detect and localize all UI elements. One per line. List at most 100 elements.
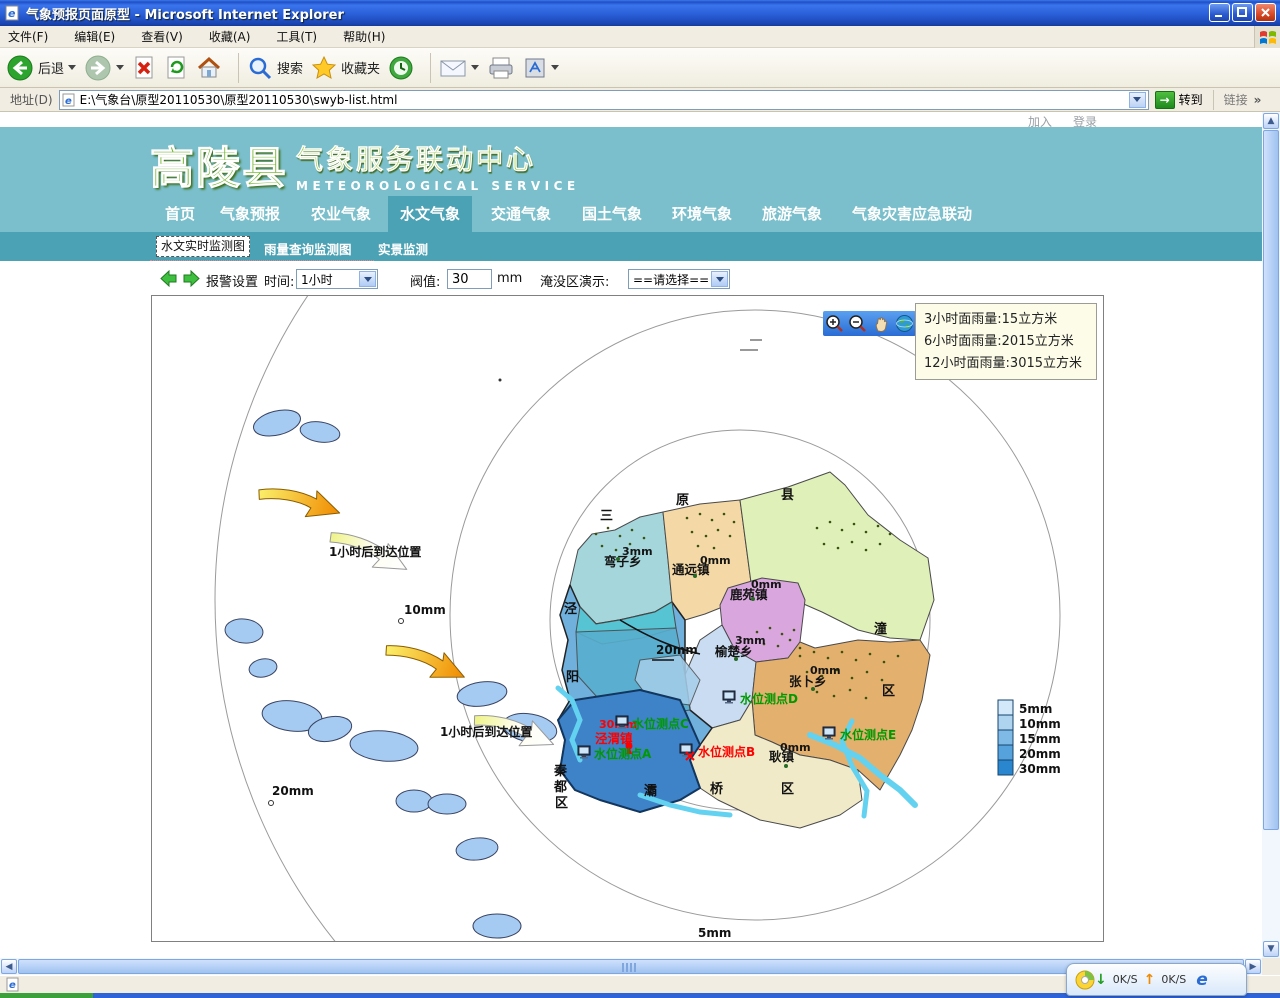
alarm-controls: 报警设置 时间: 1小时 阀值: mm 淹没区演示: ==请选择== xyxy=(0,261,1262,295)
forward-button[interactable] xyxy=(84,54,124,82)
edit-icon xyxy=(523,56,547,80)
time-select-value: 1小时 xyxy=(297,271,359,288)
svg-text:潼: 潼 xyxy=(874,621,887,637)
scroll-up-icon[interactable]: ▲ xyxy=(1263,113,1279,129)
svg-text:县: 县 xyxy=(781,488,794,503)
edit-dropdown-icon[interactable] xyxy=(551,65,559,70)
svg-text:泾: 泾 xyxy=(564,602,577,617)
network-speed-widget[interactable]: ↓ 0K/S ↑ 0K/S e xyxy=(1066,963,1247,996)
menu-favorites[interactable]: 收藏(A) xyxy=(209,28,251,45)
ring-marker xyxy=(269,801,274,806)
map-toolbar xyxy=(823,311,916,336)
ie-tray-icon: e xyxy=(1196,970,1208,990)
back-button[interactable]: 后退 xyxy=(6,54,76,82)
title-bar: e 气象预报页面原型 - Microsoft Internet Explorer xyxy=(0,0,1280,26)
ring-marker xyxy=(399,619,404,624)
svg-text:阳: 阳 xyxy=(566,670,579,685)
svg-text:0mm: 0mm xyxy=(751,578,782,591)
print-button[interactable] xyxy=(487,56,515,80)
scroll-right-icon[interactable]: ▶ xyxy=(1245,959,1261,974)
back-dropdown-icon[interactable] xyxy=(68,65,76,70)
station-B[interactable]: 水位测点B xyxy=(680,744,755,760)
edit-button[interactable] xyxy=(523,56,559,80)
flood-demo-select[interactable]: ==请选择== xyxy=(628,269,730,289)
subtab-rain-query[interactable]: 雨量查询监测图 xyxy=(264,239,352,258)
address-input[interactable]: e E:\气象台\原型20110530\原型20110530\swyb-list… xyxy=(59,90,1149,110)
menu-tools[interactable]: 工具(T) xyxy=(276,28,317,45)
window-title: 气象预报页面原型 - Microsoft Internet Explorer xyxy=(26,4,344,23)
mail-button[interactable] xyxy=(439,57,479,79)
prev-arrow-icon[interactable] xyxy=(160,270,200,287)
svg-text:水位测点C: 水位测点C xyxy=(632,716,689,731)
menu-file[interactable]: 文件(F) xyxy=(8,28,48,45)
search-button[interactable]: 搜索 xyxy=(247,55,303,81)
globe-icon[interactable] xyxy=(895,314,914,333)
tab-weather-forecast[interactable]: 气象预报 xyxy=(213,196,287,232)
favorites-star-icon xyxy=(311,55,337,81)
tab-land[interactable]: 国土气象 xyxy=(575,196,649,232)
links-chevron-icon: » xyxy=(1254,93,1262,107)
minimize-button[interactable] xyxy=(1209,3,1230,22)
menu-edit[interactable]: 编辑(E) xyxy=(74,28,115,45)
tab-environment[interactable]: 环境气象 xyxy=(665,196,739,232)
svg-text:5mm: 5mm xyxy=(1019,702,1052,716)
history-icon xyxy=(388,55,414,81)
search-icon xyxy=(247,55,273,81)
tab-tourism[interactable]: 旅游气象 xyxy=(755,196,829,232)
go-button[interactable]: → 转到 xyxy=(1155,91,1203,109)
close-button[interactable] xyxy=(1255,3,1276,22)
tab-hydrology[interactable]: 水文气象 xyxy=(388,196,472,232)
back-label: 后退 xyxy=(38,58,64,77)
windows-logo-icon xyxy=(1254,26,1280,48)
cloud-shapes xyxy=(224,406,559,938)
pan-hand-icon[interactable] xyxy=(872,314,891,333)
menu-view[interactable]: 查看(V) xyxy=(141,28,183,45)
favorites-button[interactable]: 收藏夹 xyxy=(311,55,380,81)
zoom-out-icon[interactable] xyxy=(848,314,867,333)
mail-dropdown-icon[interactable] xyxy=(471,65,479,70)
map-dot xyxy=(499,379,502,382)
time-select-arrow-icon[interactable] xyxy=(359,271,376,287)
rain-12h: 12小时面雨量:3015立方米 xyxy=(924,353,1088,375)
refresh-button[interactable] xyxy=(164,55,188,81)
svg-text:三: 三 xyxy=(600,509,613,524)
sub-navigation: 水文实时监测图 雨量查询监测图 实景监测 xyxy=(0,232,1262,261)
ring-20mm-label: 20mm xyxy=(272,784,314,798)
scroll-left-icon[interactable]: ◀ xyxy=(1,959,17,974)
subtab-realtime-monitor[interactable]: 水文实时监测图 xyxy=(156,236,250,257)
home-button[interactable] xyxy=(196,55,222,81)
menu-help[interactable]: 帮助(H) xyxy=(343,28,385,45)
tab-agriculture[interactable]: 农业气象 xyxy=(304,196,378,232)
svg-text:10mm: 10mm xyxy=(1019,717,1061,731)
forward-dropdown-icon[interactable] xyxy=(116,65,124,70)
home-icon xyxy=(196,55,222,81)
svg-text:3mm: 3mm xyxy=(735,634,766,647)
address-value: E:\气象台\原型20110530\原型20110530\swyb-list.h… xyxy=(80,91,398,108)
svg-text:原: 原 xyxy=(676,493,689,508)
download-speed: 0K/S xyxy=(1113,973,1138,986)
address-dropdown-icon[interactable] xyxy=(1129,92,1146,108)
horizontal-scroll-thumb[interactable] xyxy=(18,959,1244,974)
vertical-scroll-thumb[interactable] xyxy=(1263,130,1279,830)
arrival-label-2: 1小时后到达位置 xyxy=(440,724,532,739)
maximize-button[interactable] xyxy=(1232,3,1253,22)
subtab-live-view[interactable]: 实景监测 xyxy=(378,239,428,258)
tab-traffic[interactable]: 交通气象 xyxy=(484,196,558,232)
vertical-scrollbar[interactable]: ▲ ▼ xyxy=(1262,112,1280,958)
page-ie-icon: e xyxy=(62,93,76,107)
scroll-down-icon[interactable]: ▼ xyxy=(1263,941,1279,957)
svg-text:15mm: 15mm xyxy=(1019,732,1061,746)
zoom-in-icon[interactable] xyxy=(825,314,844,333)
threshold-input[interactable] xyxy=(447,269,492,289)
time-select[interactable]: 1小时 xyxy=(296,269,378,289)
history-button[interactable] xyxy=(388,55,414,81)
tab-disaster-emergency[interactable]: 气象灾害应急联动 xyxy=(842,196,982,232)
flood-select-arrow-icon[interactable] xyxy=(711,271,728,287)
tab-home[interactable]: 首页 xyxy=(155,196,205,232)
hydrology-map[interactable]: 1小时后到达位置 1小时后到达位置 10mm 20mm 5mm 20mm 三 原… xyxy=(152,296,1103,941)
svg-text:0mm: 0mm xyxy=(700,554,731,567)
stop-button[interactable] xyxy=(132,55,156,81)
forward-icon xyxy=(84,54,112,82)
logo-subtitle: METEOROLOGICAL SERVICE xyxy=(296,179,580,193)
links-button[interactable]: 链接 » xyxy=(1213,90,1262,110)
